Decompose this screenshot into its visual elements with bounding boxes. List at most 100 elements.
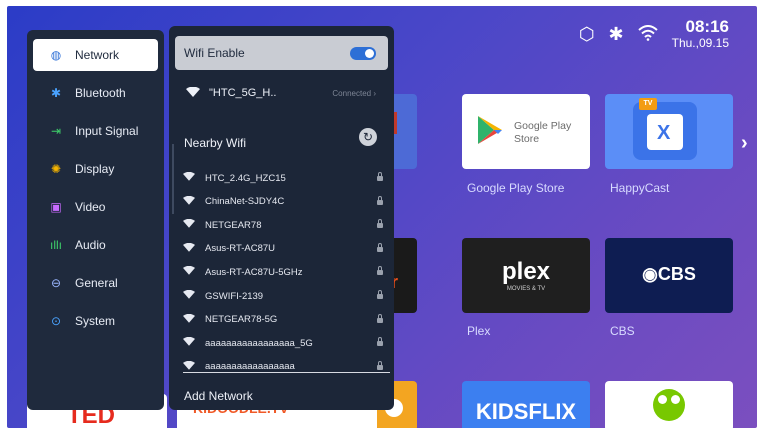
connected-status-text: Connected <box>332 88 372 98</box>
menu-item-label: Audio <box>75 238 106 252</box>
video-icon: ▣ <box>50 200 62 214</box>
wifi-signal-icon <box>181 336 197 349</box>
lock-icon <box>377 313 383 323</box>
network-item[interactable]: NETGEAR78 <box>181 214 391 236</box>
menu-item-input-signal[interactable]: ⇥ Input Signal <box>33 115 158 147</box>
menu-item-label: Display <box>75 162 115 176</box>
network-name: GSWIFI-2139 <box>205 290 264 302</box>
menu-item-system[interactable]: ⊙ System <box>33 305 158 337</box>
app-caption-cbs: CBS <box>610 324 635 338</box>
lock-icon <box>377 360 383 370</box>
lock-icon <box>377 242 383 252</box>
divider <box>183 372 390 373</box>
wifi-signal-icon <box>183 86 203 100</box>
system-icon: ⊙ <box>50 314 62 328</box>
clock: 08:16 Thu.,09.15 <box>671 17 729 51</box>
wifi-signal-icon <box>181 195 197 208</box>
app-tile-cbs[interactable]: ◉CBS <box>605 238 733 313</box>
settings-menu: ◍ Network ✱ Bluetooth ⇥ Input Signal ✺ D… <box>27 30 164 410</box>
wifi-signal-icon <box>181 289 197 302</box>
app-tile-plex[interactable]: plex MOVIES & TV <box>462 238 590 313</box>
network-item[interactable]: ChinaNet-SJDY4C <box>181 191 391 213</box>
scrollbar[interactable] <box>172 144 174 214</box>
add-network-button[interactable]: Add Network <box>184 389 253 403</box>
network-item[interactable]: aaaaaaaaaaaaaaaaa <box>181 356 391 378</box>
bluetooth-icon: ✱ <box>608 24 624 44</box>
network-name: Asus-RT-AC87U <box>205 243 276 255</box>
wifi-enable-row[interactable]: Wifi Enable <box>175 36 388 70</box>
wifi-signal-icon <box>181 360 197 373</box>
network-item[interactable]: aaaaaaaaaaaaaaaaa_5G <box>181 332 391 354</box>
network-name: aaaaaaaaaaaaaaaaa_5G <box>205 337 313 349</box>
network-name: Asus-RT-AC87U-5GHz <box>205 266 303 278</box>
menu-item-network[interactable]: ◍ Network <box>33 39 158 71</box>
brightness-icon: ✺ <box>50 162 62 176</box>
menu-item-video[interactable]: ▣ Video <box>33 191 158 223</box>
wifi-signal-icon <box>181 266 197 278</box>
connected-status: Connected › <box>332 88 376 98</box>
network-name: HTC_2.4G_HZC15 <box>205 172 286 184</box>
menu-item-display[interactable]: ✺ Display <box>33 153 158 185</box>
menu-item-bluetooth[interactable]: ✱ Bluetooth <box>33 77 158 109</box>
bluetooth-icon: ✱ <box>50 86 62 100</box>
refresh-icon[interactable]: ↻ <box>359 128 377 146</box>
app-caption-google-play: Google Play Store <box>467 181 565 195</box>
connected-network-row[interactable]: "HTC_5G_H.. Connected › <box>175 81 388 105</box>
chevron-right-icon[interactable]: › <box>741 132 748 155</box>
network-name: NETGEAR78 <box>205 219 262 231</box>
google-play-tile-text: Google Play Store <box>514 120 572 145</box>
network-item[interactable]: NETGEAR78-5G <box>181 309 391 331</box>
menu-item-label: Input Signal <box>75 124 139 138</box>
menu-item-label: Video <box>75 200 106 214</box>
general-icon: ⊖ <box>50 276 62 290</box>
wifi-signal-icon <box>181 242 197 255</box>
lock-icon <box>377 219 383 229</box>
network-item[interactable]: Asus-RT-AC87U-5GHz <box>181 261 391 283</box>
network-item[interactable]: HTC_2.4G_HZC15 <box>181 167 391 189</box>
app-tile-kidsflix[interactable]: KIDSFLIX <box>462 381 590 428</box>
network-name: NETGEAR78-5G <box>205 314 278 326</box>
menu-item-label: General <box>75 276 118 290</box>
clock-date: Thu.,09.15 <box>671 36 729 50</box>
plex-logo: plex <box>501 258 551 285</box>
wifi-signal-icon <box>181 171 197 184</box>
menu-item-label: Network <box>75 48 120 62</box>
lock-icon <box>377 290 383 299</box>
network-item[interactable]: Asus-RT-AC87U <box>181 238 391 260</box>
google-play-icon <box>478 116 502 144</box>
menu-item-label: System <box>75 314 116 328</box>
kidsflix-logo: KIDSFLIX <box>475 399 577 424</box>
menu-item-general[interactable]: ⊖ General <box>33 267 158 299</box>
settings-icon[interactable]: ⬡ <box>579 25 595 43</box>
lock-icon <box>377 195 383 205</box>
audio-icon: ıllı <box>50 238 62 252</box>
app-tile-happycast[interactable]: TV X <box>605 94 733 169</box>
app-caption-happycast: HappyCast <box>610 181 670 195</box>
app-caption-plex: Plex <box>467 324 491 338</box>
network-name: ChinaNet-SJDY4C <box>205 196 285 208</box>
wifi-panel: Wifi Enable "HTC_5G_H.. Connected › Near… <box>169 26 394 410</box>
toggle-knob <box>365 49 374 58</box>
wifi-signal-icon <box>181 313 197 326</box>
app-tile-duolingo[interactable] <box>605 381 733 428</box>
network-item[interactable]: GSWIFI-2139 <box>181 285 391 307</box>
plex-subtext: MOVIES & TV <box>506 286 546 292</box>
app-tile-google-play[interactable]: Google Play Store <box>462 94 590 169</box>
network-name: aaaaaaaaaaaaaaaaa <box>205 361 295 373</box>
wifi-toggle[interactable] <box>350 47 376 60</box>
cbs-logo: ◉CBS <box>642 264 696 284</box>
lock-icon <box>377 172 383 181</box>
lock-icon <box>377 337 383 347</box>
globe-icon: ◍ <box>50 48 62 62</box>
status-bar: ⬡ ✱ 08:16 Thu.,09.15 <box>579 17 729 51</box>
nearby-wifi-title: Nearby Wifi <box>184 136 247 150</box>
clock-time: 08:16 <box>685 17 729 36</box>
menu-item-audio[interactable]: ıllı Audio <box>33 229 158 261</box>
connected-network-name: "HTC_5G_H.. <box>209 87 277 99</box>
wifi-signal-icon <box>181 218 197 231</box>
tv-screen: ⬡ ✱ 08:16 Thu.,09.15 c er TED KIDOODLE.T… <box>7 6 757 428</box>
menu-item-label: Bluetooth <box>75 86 126 100</box>
lock-icon <box>377 266 383 276</box>
input-icon: ⇥ <box>50 124 62 138</box>
wifi-enable-label: Wifi Enable <box>184 46 245 60</box>
